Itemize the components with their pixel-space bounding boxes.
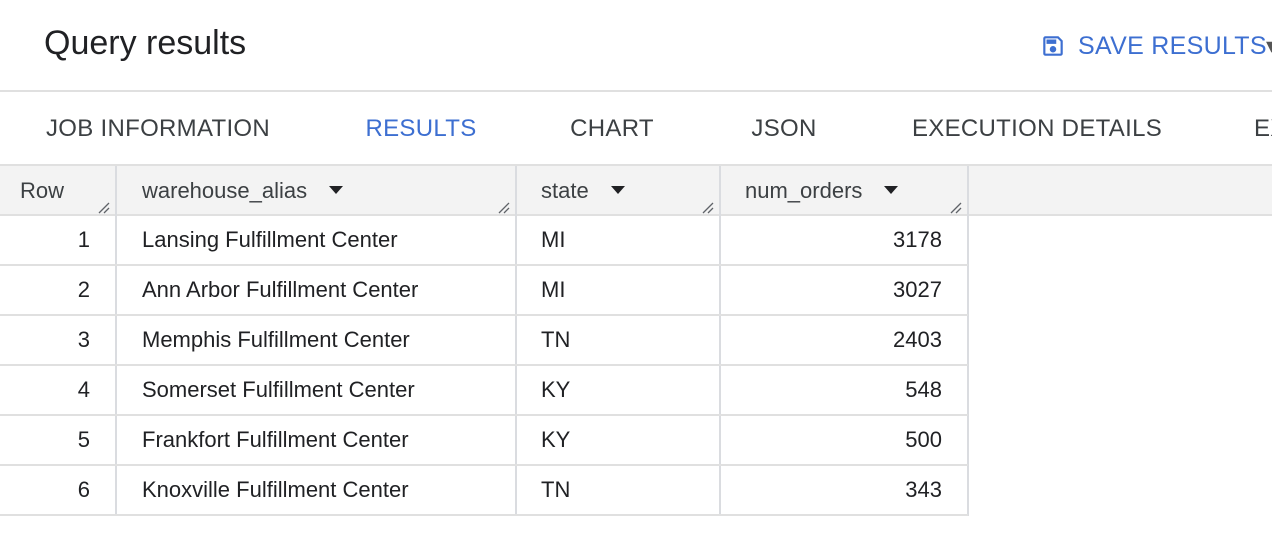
row-number-cell: 1: [77, 227, 90, 252]
column-header-row: Row: [20, 166, 64, 216]
tab-json[interactable]: JSON: [748, 94, 820, 164]
save-results-button[interactable]: SAVE RESULTS: [1040, 28, 1267, 64]
num-orders-cell: 548: [905, 377, 942, 402]
num-orders-cell: 3027: [893, 277, 942, 302]
sort-menu-icon[interactable]: [884, 186, 899, 195]
row-number-cell: 3: [77, 327, 90, 352]
warehouse-alias-cell: Somerset Fulfillment Center: [142, 377, 415, 402]
save-results-dropdown-icon[interactable]: ▾: [1266, 28, 1272, 64]
column-resize-handle[interactable]: [950, 202, 962, 214]
query-results-panel: Query results SAVE RESULTS ▾ JOB INFORMA…: [0, 0, 1272, 550]
sort-menu-icon[interactable]: [610, 186, 625, 195]
warehouse-alias-cell: Knoxville Fulfillment Center: [142, 477, 409, 502]
tab-results[interactable]: RESULTS: [320, 94, 522, 164]
num-orders-cell: 500: [905, 427, 942, 452]
num-orders-cell: 343: [905, 477, 942, 502]
tab-job-information[interactable]: JOB INFORMATION: [44, 94, 272, 164]
resize-grip-icon: [498, 202, 510, 214]
tab-execution-details[interactable]: EXECUTION DETAILS: [912, 94, 1162, 164]
page-title: Query results: [44, 24, 247, 62]
results-header: Query results SAVE RESULTS ▾: [0, 0, 1272, 92]
column-resize-handle[interactable]: [98, 202, 110, 214]
state-cell: KY: [541, 377, 571, 402]
column-header-num-orders[interactable]: num_orders: [745, 166, 899, 216]
warehouse-alias-cell: Memphis Fulfillment Center: [142, 327, 410, 352]
save-icon: [1043, 36, 1063, 56]
table-row[interactable]: 3 Memphis Fulfillment Center TN 2403: [0, 316, 968, 366]
column-resize-handle[interactable]: [498, 202, 510, 214]
num-orders-cell: 2403: [893, 327, 942, 352]
resize-grip-icon: [702, 202, 714, 214]
warehouse-alias-cell: Frankfort Fulfillment Center: [142, 427, 409, 452]
row-number-cell: 4: [77, 377, 90, 402]
save-results-label: SAVE RESULTS: [1078, 31, 1267, 60]
column-header-warehouse-alias[interactable]: warehouse_alias: [142, 166, 344, 216]
state-cell: KY: [541, 427, 571, 452]
tab-chart[interactable]: CHART: [566, 94, 658, 164]
column-header-label: state: [541, 178, 589, 203]
state-cell: TN: [541, 477, 571, 502]
table-row[interactable]: 2 Ann Arbor Fulfillment Center MI 3027: [0, 266, 968, 316]
table-row[interactable]: 1 Lansing Fulfillment Center MI 3178: [0, 216, 968, 266]
resize-grip-icon: [98, 202, 110, 214]
column-header-label: num_orders: [745, 178, 863, 203]
tab-execution-graph[interactable]: EX: [1254, 94, 1272, 164]
column-header-label: warehouse_alias: [142, 178, 308, 203]
resize-grip-icon: [950, 202, 962, 214]
warehouse-alias-cell: Lansing Fulfillment Center: [142, 227, 398, 252]
table-row[interactable]: 5 Frankfort Fulfillment Center KY 500: [0, 416, 968, 466]
warehouse-alias-cell: Ann Arbor Fulfillment Center: [142, 277, 419, 302]
column-header-label: Row: [20, 178, 65, 203]
row-number-cell: 5: [77, 427, 90, 452]
num-orders-cell: 3178: [893, 227, 942, 252]
sort-menu-icon[interactable]: [329, 186, 344, 195]
column-header-state[interactable]: state: [541, 166, 625, 216]
results-tabs: JOB INFORMATION RESULTS CHART JSON EXECU…: [0, 94, 1272, 166]
state-cell: MI: [541, 227, 566, 252]
row-number-cell: 6: [77, 477, 90, 502]
table-row[interactable]: 4 Somerset Fulfillment Center KY 548: [0, 366, 968, 416]
table-row[interactable]: 6 Knoxville Fulfillment Center TN 343: [0, 466, 968, 516]
state-cell: TN: [541, 327, 571, 352]
state-cell: MI: [541, 277, 566, 302]
row-number-cell: 2: [77, 277, 90, 302]
results-table: Row warehouse_alias state num_orders 1 L…: [0, 166, 1272, 550]
column-resize-handle[interactable]: [702, 202, 714, 214]
